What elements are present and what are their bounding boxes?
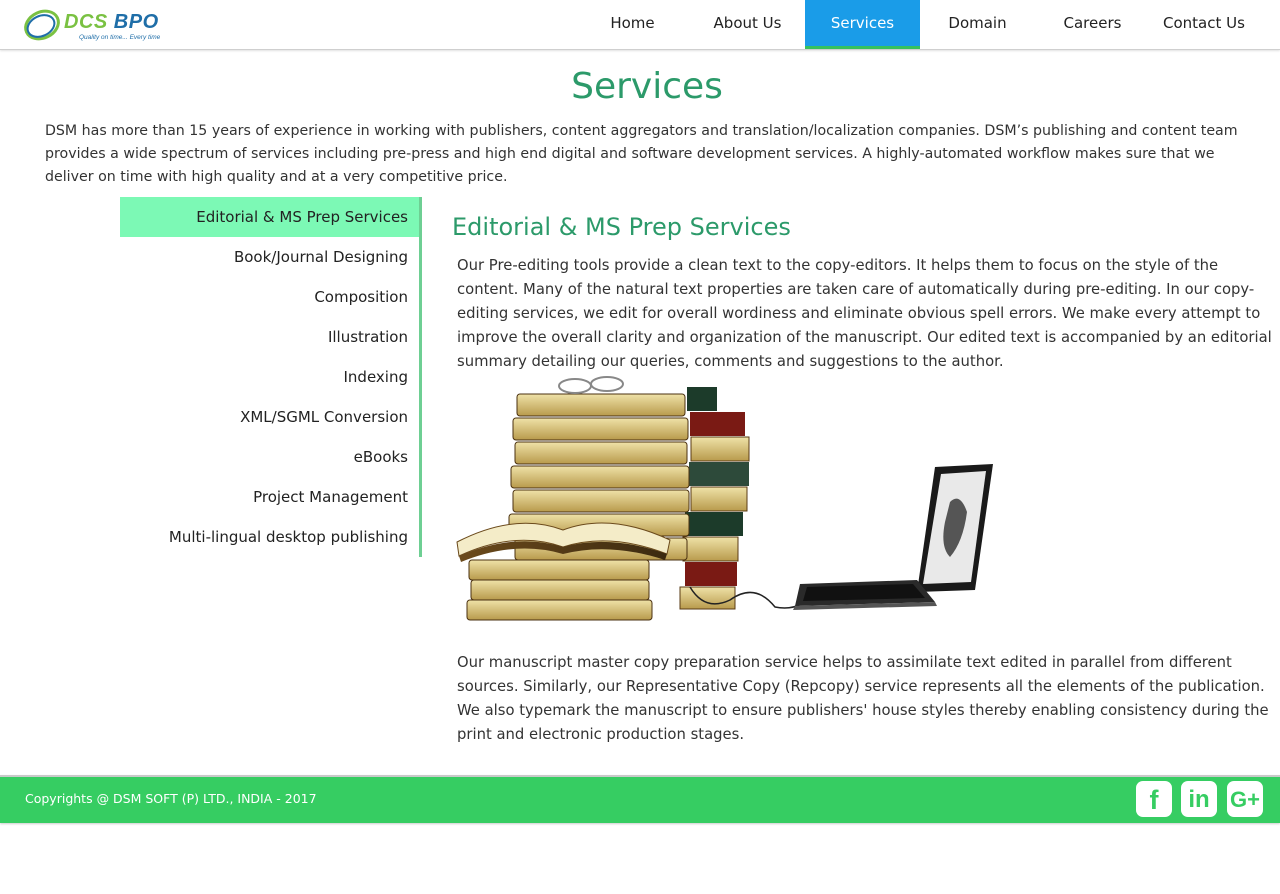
nav-contact-us[interactable]: Contact Us	[1150, 0, 1280, 49]
sidebar-item-multilingual-dtp[interactable]: Multi-lingual desktop publishing	[120, 517, 419, 557]
nav-about-us[interactable]: About Us	[690, 0, 805, 49]
facebook-icon[interactable]: f	[1136, 781, 1172, 817]
content-title: Editorial & MS Prep Services	[452, 213, 791, 241]
main-nav: Home About Us Services Domain Careers Co…	[575, 0, 1280, 49]
sidebar-item-ebooks[interactable]: eBooks	[120, 437, 419, 477]
services-sidebar: Editorial & MS Prep Services Book/Journa…	[120, 197, 422, 557]
site-header: DCS BPO Quality on time... Every time Ho…	[0, 0, 1280, 50]
site-logo[interactable]: DCS BPO Quality on time... Every time	[22, 6, 172, 44]
sidebar-item-book-journal-designing[interactable]: Book/Journal Designing	[120, 237, 419, 277]
logo-tagline: Quality on time... Every time	[79, 34, 161, 41]
books-laptop-illustration	[456, 376, 993, 621]
sidebar-item-editorial[interactable]: Editorial & MS Prep Services	[120, 197, 419, 237]
site-footer: Copyrights @ DSM SOFT (P) LTD., INDIA - …	[0, 775, 1280, 823]
sidebar-item-composition[interactable]: Composition	[120, 277, 419, 317]
intro-text: DSM has more than 15 years of experience…	[45, 123, 1238, 185]
nav-careers[interactable]: Careers	[1035, 0, 1150, 49]
google-plus-icon[interactable]: G+	[1227, 781, 1263, 817]
nav-domain[interactable]: Domain	[920, 0, 1035, 49]
sidebar-item-xml-sgml-conversion[interactable]: XML/SGML Conversion	[120, 397, 419, 437]
sidebar-item-project-management[interactable]: Project Management	[120, 477, 419, 517]
content-paragraph-1: Our Pre-editing tools provide a clean te…	[457, 257, 1272, 370]
page-title: Services	[571, 66, 723, 107]
linkedin-icon[interactable]: in	[1181, 781, 1217, 817]
sidebar-item-illustration[interactable]: Illustration	[120, 317, 419, 357]
copyright-text: Copyrights @ DSM SOFT (P) LTD., INDIA - …	[25, 791, 317, 806]
sidebar-item-indexing[interactable]: Indexing	[120, 357, 419, 397]
content-paragraph-2: Our manuscript master copy preparation s…	[457, 654, 1269, 743]
logo-wordmark: DCS BPO	[64, 11, 159, 33]
nav-services[interactable]: Services	[805, 0, 920, 49]
logo-swoosh-icon	[24, 9, 60, 41]
nav-home[interactable]: Home	[575, 0, 690, 49]
